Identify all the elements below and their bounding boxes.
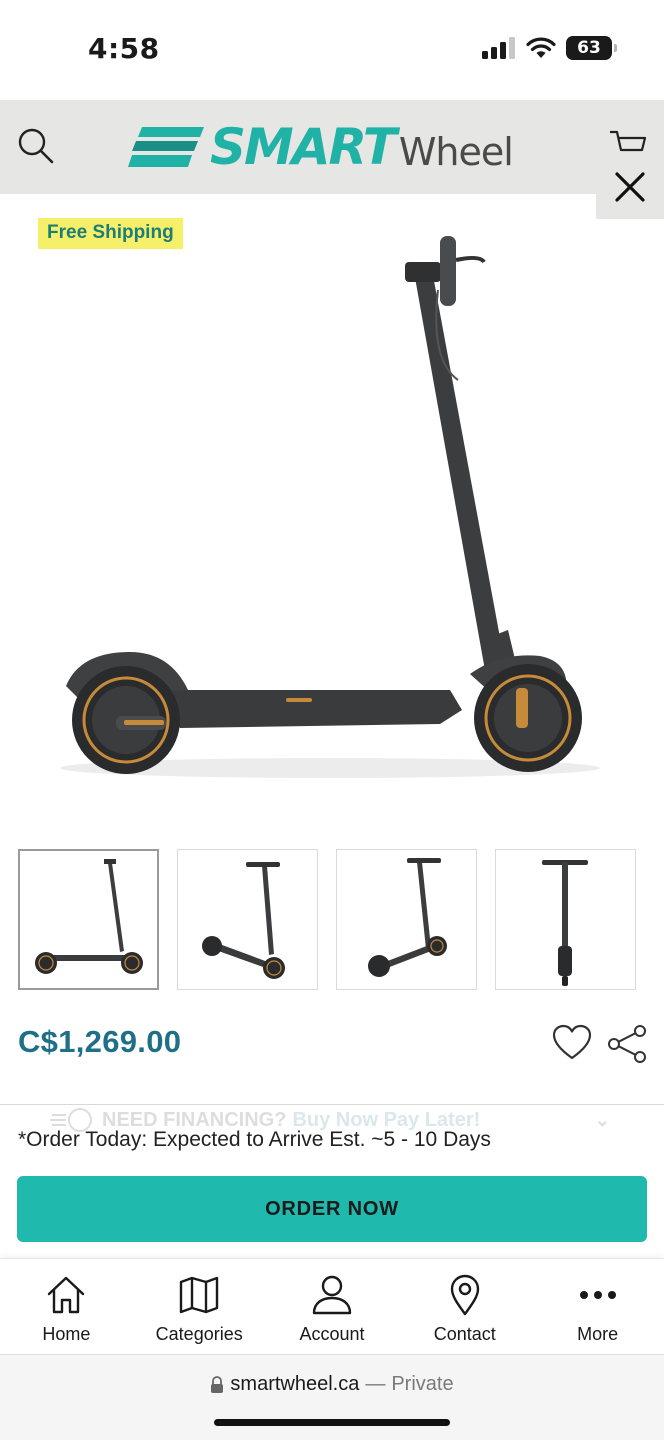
thumbnail-strip [18,849,636,990]
thumbnail-2[interactable] [177,849,318,990]
product-price: C$1,269.00 [18,1024,182,1059]
nav-label: Home [42,1324,91,1344]
thumbnail-4[interactable] [495,849,636,990]
divider [0,1104,664,1105]
close-icon [615,172,645,202]
nav-label: Contact [433,1324,496,1344]
logo-wheel-text: Wheel [398,130,514,174]
search-icon[interactable] [16,126,56,166]
more-dots-icon [579,1291,616,1299]
browser-url-bar[interactable]: smartwheel.ca — Private [0,1354,664,1440]
site-logo[interactable]: SMART Wheel [128,116,514,178]
logo-swoosh-icon [128,127,204,167]
home-indicator[interactable] [214,1419,450,1426]
url-domain: smartwheel.ca [230,1373,360,1395]
product-main-image[interactable] [0,200,664,820]
thumbnail-3[interactable] [336,849,477,990]
bottom-nav: Home Categories Account Contact More [0,1258,664,1354]
user-icon [312,1275,352,1315]
logo-smart-text: SMART [210,118,397,176]
url-content: smartwheel.ca — Private [0,1373,664,1396]
share-icon[interactable] [606,1024,648,1064]
url-separator: — [365,1373,386,1395]
thumbnail-image [202,862,285,979]
map-icon [179,1276,219,1314]
heart-icon[interactable] [552,1024,592,1062]
thumbnail-image [35,859,143,974]
wifi-icon [526,37,556,58]
battery-level: 63 [577,38,601,58]
status-icons: 63 [482,36,617,60]
thumbnail-image [368,858,447,977]
nav-item-categories[interactable]: Categories [133,1259,266,1354]
thumbnail-image [542,860,588,986]
home-icon [48,1276,85,1314]
arrival-estimate: *Order Today: Expected to Arrive Est. ~5… [18,1128,491,1151]
battery-icon: 63 [566,36,617,60]
lock-icon [211,1375,224,1393]
free-shipping-badge: Free Shipping [38,218,183,249]
location-pin-icon [450,1274,479,1316]
nav-item-contact[interactable]: Contact [398,1259,531,1354]
nav-label: Categories [155,1324,243,1344]
status-bar: 4:58 63 [0,0,664,100]
status-time: 4:58 [88,32,160,65]
url-private-label: Private [391,1373,454,1395]
chevron-down-icon: ⌄ [594,1109,610,1130]
thumbnail-1[interactable] [18,849,159,990]
site-header: SMART Wheel [0,100,664,194]
nav-label: More [577,1324,619,1344]
nav-item-account[interactable]: Account [266,1259,399,1354]
order-now-button[interactable]: ORDER NOW [17,1176,647,1242]
nav-item-more[interactable]: More [531,1259,664,1354]
signal-icon [482,37,515,59]
nav-label: Account [299,1324,365,1344]
nav-item-home[interactable]: Home [0,1259,133,1354]
